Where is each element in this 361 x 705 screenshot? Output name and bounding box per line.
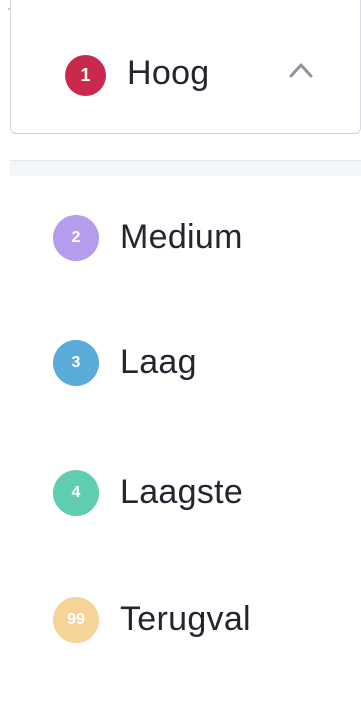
priority-option-medium[interactable]: 2 Medium (10, 192, 361, 282)
priority-badge-selected: 1 (65, 55, 106, 96)
priority-select-trigger[interactable]: 1 Hoog (10, 0, 361, 134)
option-label-laag: Laag (120, 343, 197, 381)
option-label-medium: Medium (120, 218, 243, 256)
chevron-up-icon[interactable] (287, 58, 315, 82)
option-label-laagste: Laagste (120, 473, 244, 511)
priority-badge-laagste: 4 (53, 470, 99, 516)
priority-badge-medium: 2 (53, 215, 99, 261)
priority-option-terugval[interactable]: 99 Terugval (10, 574, 361, 664)
priority-option-laagste[interactable]: 4 Laagste (10, 447, 361, 537)
priority-badge-terugval: 99 (53, 597, 99, 643)
priority-select-screen: 1 Hoog 2 Medium 3 Laag 4 Laagste 99 Teru… (0, 0, 361, 705)
selected-priority-label: Hoog (127, 54, 210, 92)
option-label-terugval: Terugval (120, 600, 251, 638)
dropdown-menu-top-edge (10, 160, 361, 176)
priority-badge-laag: 3 (53, 340, 99, 386)
priority-option-laag[interactable]: 3 Laag (10, 317, 361, 407)
